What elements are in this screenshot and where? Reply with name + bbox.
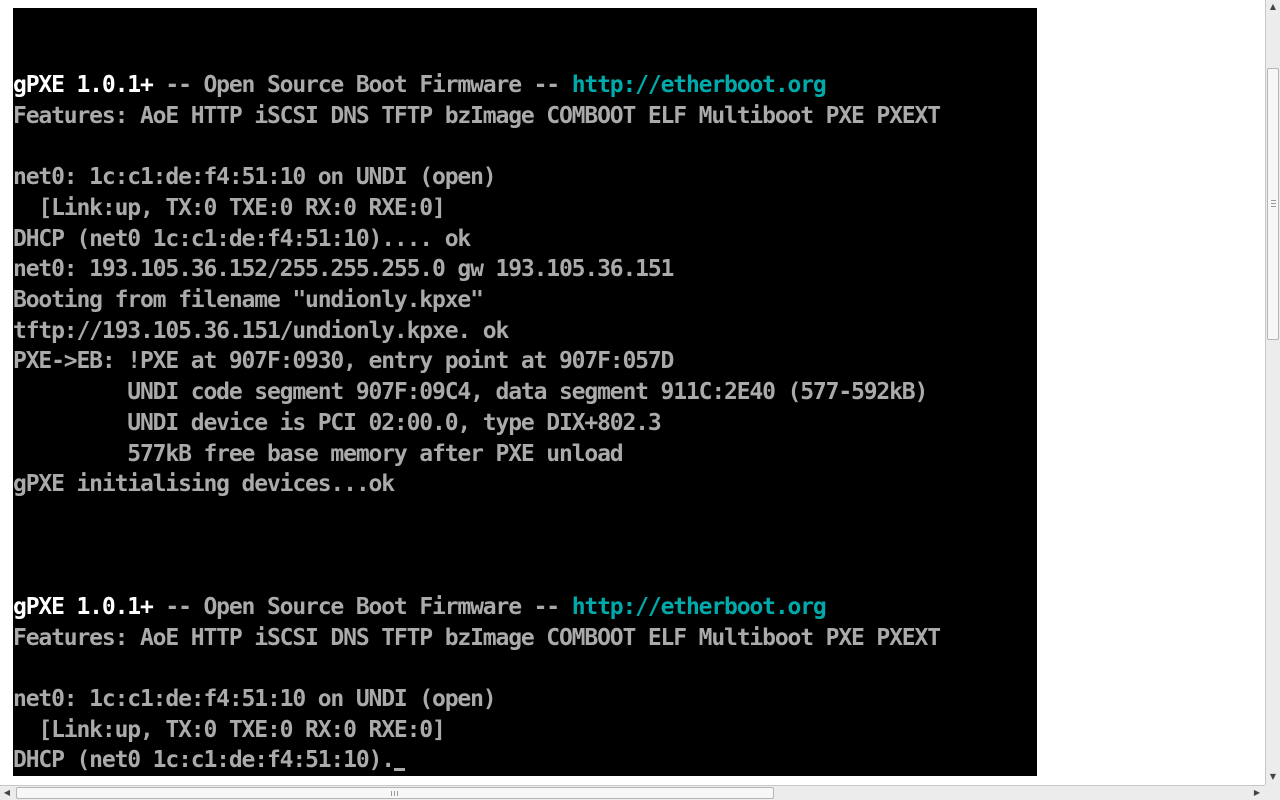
grip-line (1271, 206, 1276, 207)
vertical-scroll-thumb[interactable] (1267, 68, 1279, 340)
banner-product: gPXE 1.0.1+ (13, 72, 154, 98)
features-line-2: Features: AoE HTTP iSCSI DNS TFTP bzImag… (13, 625, 941, 651)
grip-line (394, 791, 395, 796)
horizontal-scroll-thumb[interactable] (16, 787, 774, 799)
grip-line (1271, 203, 1276, 204)
banner-url-link[interactable]: http://etherboot.org (572, 594, 827, 620)
banner-line-1: gPXE 1.0.1+ -- Open Source Boot Firmware… (13, 70, 827, 100)
browser-viewport: gPXE 1.0.1+ -- Open Source Boot Firmware… (0, 0, 1265, 785)
net-addr-line: net0: 193.105.36.152/255.255.255.0 gw 19… (13, 256, 674, 282)
banner-middle: -- Open Source Boot Firmware -- (152, 72, 572, 98)
link-status-line-1: [Link:up, TX:0 TXE:0 RX:0 RXE:0] (13, 195, 445, 221)
net-open-line-1: net0: 1c:c1:de:f4:51:10 on UNDI (open) (13, 164, 497, 190)
vertical-scrollbar[interactable]: ▲ ▼ (1265, 0, 1280, 785)
banner-product: gPXE 1.0.1+ (13, 594, 154, 620)
scroll-up-arrow-icon[interactable]: ▲ (1266, 0, 1280, 14)
text-cursor (393, 768, 405, 771)
banner-line-2: gPXE 1.0.1+ -- Open Source Boot Firmware… (13, 592, 827, 622)
net-open-line-2: net0: 1c:c1:de:f4:51:10 on UNDI (open) (13, 686, 497, 712)
grip-line (1271, 200, 1276, 201)
features-line-1: Features: AoE HTTP iSCSI DNS TFTP bzImag… (13, 103, 941, 129)
init-line: gPXE initialising devices...ok (13, 471, 395, 497)
scroll-right-arrow-icon[interactable]: ▶ (1250, 786, 1264, 800)
banner-url-link[interactable]: http://etherboot.org (572, 72, 827, 98)
banner-middle: -- Open Source Boot Firmware -- (152, 594, 572, 620)
grip-line (397, 791, 398, 796)
link-status-line-2: [Link:up, TX:0 TXE:0 RX:0 RXE:0] (13, 717, 445, 743)
undi-code-line: UNDI code segment 907F:09C4, data segmen… (13, 379, 928, 405)
pxe-eb-line: PXE->EB: !PXE at 907F:0930, entry point … (13, 348, 674, 374)
horizontal-scrollbar[interactable]: ◀ ▶ (0, 785, 1265, 800)
dhcp-progress-text: DHCP (net0 1c:c1:de:f4:51:10). (13, 747, 395, 773)
scroll-down-arrow-icon[interactable]: ▼ (1266, 770, 1280, 784)
scroll-left-arrow-icon[interactable]: ◀ (0, 786, 14, 800)
undi-device-line: UNDI device is PCI 02:00.0, type DIX+802… (13, 410, 661, 436)
dhcp-line-1: DHCP (net0 1c:c1:de:f4:51:10).... ok (13, 226, 471, 252)
tftp-line: tftp://193.105.36.151/undionly.kpxe. ok (13, 318, 509, 344)
grip-line (391, 791, 392, 796)
scrollbar-corner (1265, 785, 1280, 800)
dhcp-line-2: DHCP (net0 1c:c1:de:f4:51:10). (13, 745, 405, 775)
boot-console-screen: gPXE 1.0.1+ -- Open Source Boot Firmware… (13, 8, 1037, 776)
booting-line: Booting from filename "undionly.kpxe" (13, 287, 484, 313)
free-mem-line: 577kB free base memory after PXE unload (13, 441, 623, 467)
